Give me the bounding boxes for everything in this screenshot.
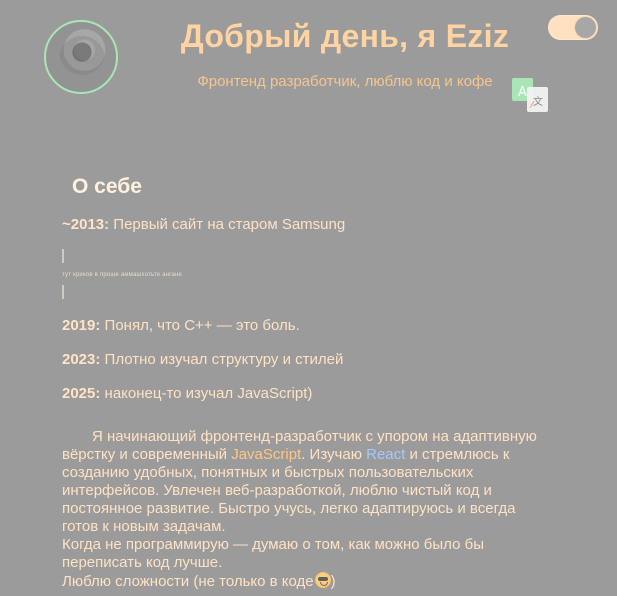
bio-javascript: JavaScript — [231, 446, 302, 463]
bio-paragraph-3: Люблю сложности (не только в коде) — [62, 572, 554, 591]
translate-icon: A 文 — [512, 78, 548, 112]
bio-react: React — [366, 446, 406, 463]
about-bio: Я начинающий фронтенд-разработчик с упор… — [62, 428, 554, 591]
bio-text: . Изучаю — [301, 446, 367, 463]
theme-toggle[interactable] — [548, 15, 598, 40]
timeline-year: 2023: — [62, 351, 101, 368]
about-title: О себе — [72, 175, 142, 198]
bio-paragraph-1: Я начинающий фронтенд-разработчик с упор… — [62, 428, 554, 536]
timeline-divider — [62, 285, 64, 299]
timeline-item-2013: ~2013: Первый сайт на старом Samsung — [62, 215, 582, 235]
timeline-divider — [62, 249, 64, 263]
avatar-photo — [59, 36, 105, 82]
timeline-item-2025: 2025: наконец-то изучал JavaScript) — [62, 384, 582, 404]
timeline-text: Понял, что C++ — это боль. — [104, 317, 300, 334]
header: Добрый день, я Eziz Фронтенд разработчик… — [0, 0, 617, 140]
cool-face-emoji-icon — [314, 572, 331, 588]
timeline-text: Плотно изучал структуру и стилей — [104, 351, 344, 368]
timeline-text: Первый сайт на старом Samsung — [113, 216, 346, 233]
page-subtitle: Фронтенд разработчик, люблю код и кофе — [197, 73, 493, 90]
timeline-text: наконец-то изучал JavaScript) — [104, 385, 313, 402]
timeline-year: 2025: — [62, 385, 101, 402]
timeline-item-2023: 2023: Плотно изучал структуру и стилей — [62, 350, 582, 370]
timeline-year: 2019: — [62, 317, 101, 334]
avatar — [44, 20, 118, 94]
page-title: Добрый день, я Eziz — [180, 18, 510, 54]
timeline-small-note: тут криков в проше аммашхотьте ангане — [62, 272, 183, 278]
timeline: ~2013: Первый сайт на старом Samsung тут… — [62, 215, 582, 404]
language-translate-button[interactable]: A 文 — [512, 78, 548, 112]
timeline-item-2019: 2019: Понял, что C++ — это боль. — [62, 316, 582, 336]
theme-toggle-knob[interactable] — [575, 17, 596, 38]
translate-icon-cjk: 文 — [533, 95, 543, 108]
timeline-year: ~2013: — [62, 216, 110, 233]
bio-paragraph-2: Когда не программирую — думаю о том, как… — [62, 536, 484, 571]
bio-text: Люблю сложности (не только в коде — [62, 573, 314, 590]
translate-icon-a: A — [518, 85, 527, 100]
bio-text: ) — [330, 573, 336, 590]
